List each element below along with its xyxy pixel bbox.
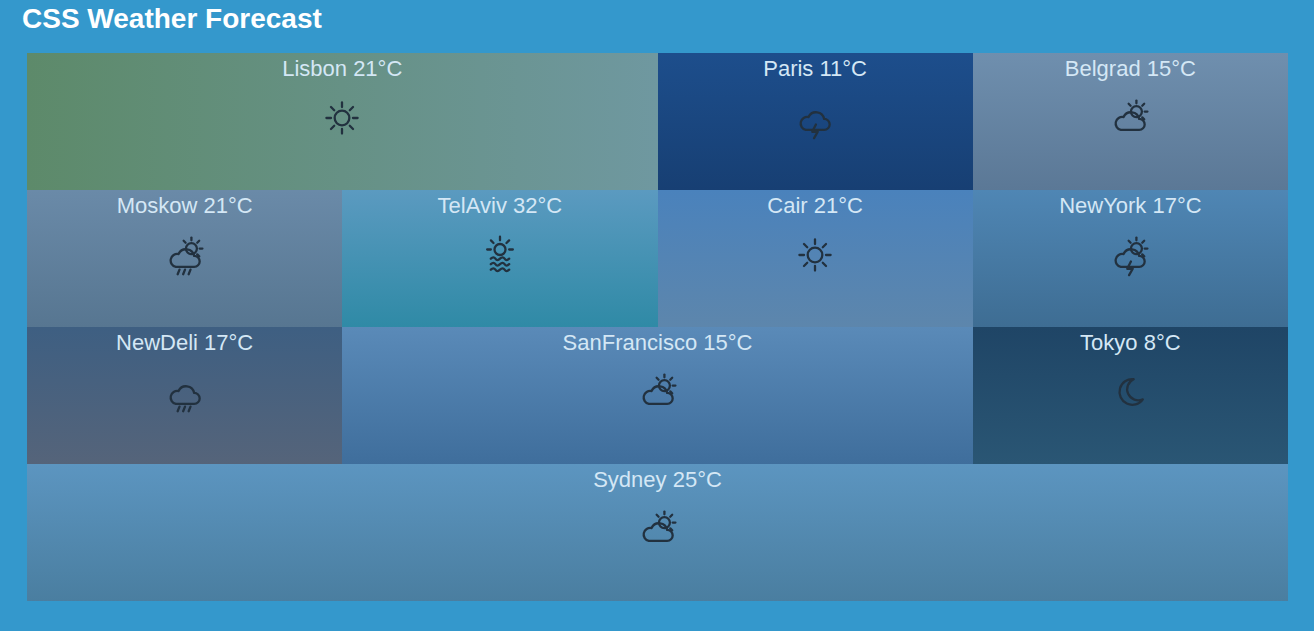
city-label: Sydney 25°C bbox=[593, 467, 722, 493]
cloud-sun-icon bbox=[636, 507, 680, 551]
city-label: Belgrad 15°C bbox=[1065, 56, 1196, 82]
city-tile[interactable]: Cair 21°C bbox=[658, 190, 973, 327]
city-label: Paris 11°C bbox=[763, 56, 867, 82]
cloud-sun-icon bbox=[636, 370, 680, 414]
storm-sun-icon bbox=[1108, 233, 1152, 277]
sun-icon bbox=[320, 96, 364, 140]
city-tile[interactable]: TelAviv 32°C bbox=[342, 190, 657, 327]
city-tile[interactable]: SanFrancisco 15°C bbox=[342, 327, 973, 464]
city-tile[interactable]: Moskow 21°C bbox=[27, 190, 342, 327]
city-tile[interactable]: Belgrad 15°C bbox=[973, 53, 1288, 190]
moon-icon bbox=[1108, 370, 1152, 414]
city-label: Moskow 21°C bbox=[117, 193, 253, 219]
city-label: Lisbon 21°C bbox=[282, 56, 402, 82]
weather-page: CSS Weather Forecast Lisbon 21°C Paris 1… bbox=[0, 0, 1314, 631]
haze-icon bbox=[478, 233, 522, 277]
city-tile[interactable]: Tokyo 8°C bbox=[973, 327, 1288, 464]
city-tile[interactable]: Paris 11°C bbox=[658, 53, 973, 190]
rain-sun-icon bbox=[163, 233, 207, 277]
city-tile[interactable]: NewDeli 17°C bbox=[27, 327, 342, 464]
city-label: NewYork 17°C bbox=[1059, 193, 1202, 219]
city-label: TelAviv 32°C bbox=[438, 193, 563, 219]
city-tile[interactable]: Sydney 25°C bbox=[27, 464, 1288, 601]
rain-icon bbox=[163, 370, 207, 414]
city-tile[interactable]: NewYork 17°C bbox=[973, 190, 1288, 327]
page-title: CSS Weather Forecast bbox=[22, 0, 1288, 53]
forecast-grid: Lisbon 21°C Paris 11°C Belgrad 15°C Mosk… bbox=[27, 53, 1288, 601]
city-tile[interactable]: Lisbon 21°C bbox=[27, 53, 658, 190]
storm-icon bbox=[793, 96, 837, 140]
cloud-sun-icon bbox=[1108, 96, 1152, 140]
city-label: NewDeli 17°C bbox=[116, 330, 253, 356]
city-label: Cair 21°C bbox=[767, 193, 863, 219]
city-label: SanFrancisco 15°C bbox=[563, 330, 753, 356]
city-label: Tokyo 8°C bbox=[1080, 330, 1181, 356]
sun-icon bbox=[793, 233, 837, 277]
